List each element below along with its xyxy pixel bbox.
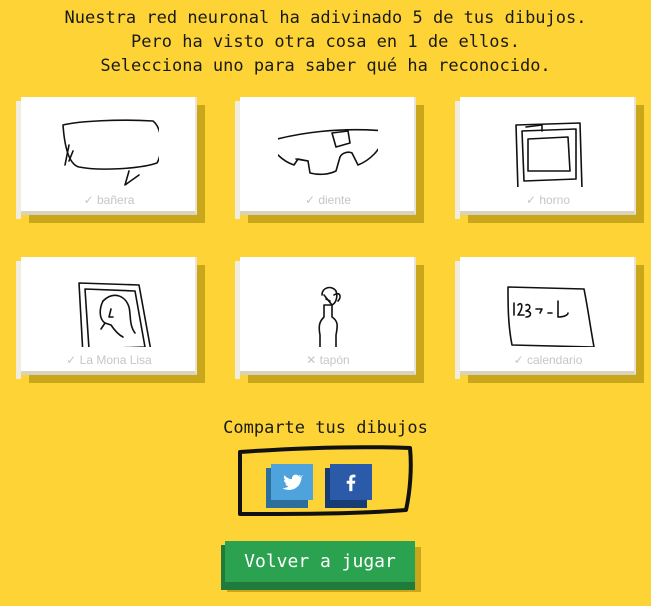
facebook-icon <box>346 474 356 492</box>
calendar-drawing-icon <box>507 286 595 347</box>
share-twitter-button[interactable] <box>266 464 313 508</box>
twitter-icon <box>282 474 303 490</box>
drawing-label: ✓ bañera <box>83 193 135 207</box>
drawing-card-horno[interactable]: ✓ horno <box>455 97 644 223</box>
bathtub-drawing-icon <box>62 119 159 186</box>
share-facebook-button[interactable] <box>325 464 372 508</box>
drawing-label: ✓ calendario <box>513 353 583 367</box>
drawing-card-calendario[interactable]: ✓ calendario <box>455 257 644 383</box>
drawing-card-banera[interactable]: ✓ bañera <box>16 97 205 223</box>
drawing-label: ✓ diente <box>304 193 352 207</box>
drawing-label: ✓ La Mona Lisa <box>66 353 152 367</box>
intro-line-3: Selecciona uno para saber qué ha reconoc… <box>100 56 551 76</box>
oven-drawing-icon <box>515 122 583 187</box>
replay-button-label: Volver a jugar <box>225 541 415 582</box>
share-panel <box>236 444 414 516</box>
drawing-label: ✕ tapón <box>306 353 350 367</box>
share-title: Comparte tus dibujos <box>223 418 428 438</box>
intro-line-2: Pero ha visto otra cosa en 1 de ellos. <box>131 32 520 52</box>
intro-line-1: Nuestra red neuronal ha adivinado 5 de t… <box>64 8 587 28</box>
replay-button[interactable]: Volver a jugar <box>221 541 421 592</box>
drawing-card-mona-lisa[interactable]: ✓ La Mona Lisa <box>16 257 205 383</box>
mona-lisa-drawing-icon <box>78 282 152 347</box>
tooth-drawing-icon <box>278 128 378 176</box>
drawing-card-tapon[interactable]: ✕ tapón <box>235 257 424 383</box>
cork-drawing-icon <box>318 286 341 347</box>
drawing-card-diente[interactable]: ✓ diente <box>235 97 424 223</box>
intro-text: Nuestra red neuronal ha adivinado 5 de t… <box>0 6 651 78</box>
drawing-label: ✓ horno <box>525 193 571 207</box>
